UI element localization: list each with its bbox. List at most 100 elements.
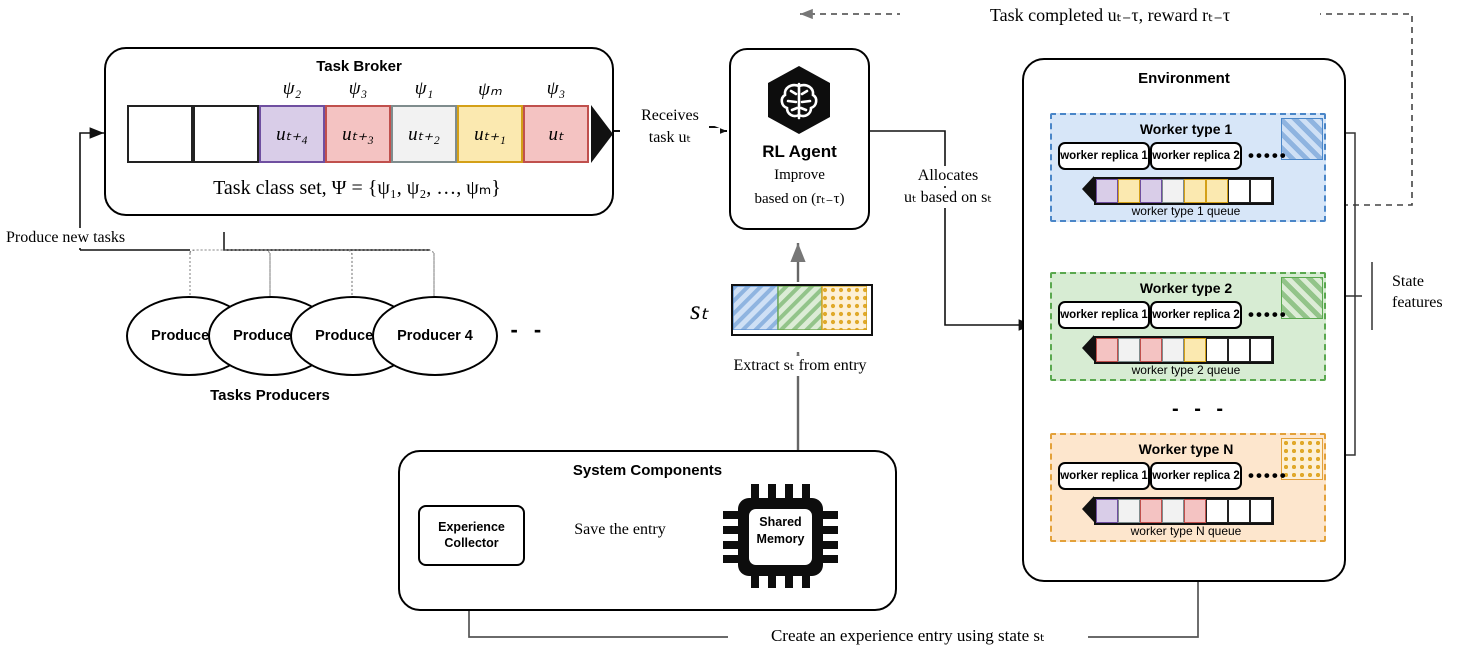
worker-queue-cell bbox=[1118, 179, 1140, 203]
worker-queue-cell bbox=[1140, 338, 1162, 362]
shared-memory-line1: Shared bbox=[759, 515, 802, 529]
task-broker-title: Task Broker bbox=[316, 58, 402, 75]
experience-collector-line2: Collector bbox=[444, 535, 499, 550]
worker-queue-cell bbox=[1096, 179, 1118, 203]
worker-replica-ellipsis: ••••• bbox=[1248, 466, 1288, 485]
task-broker-cell: uₜ₊₄ bbox=[259, 105, 325, 163]
brain-hexagon-icon bbox=[764, 64, 834, 136]
task-id-label: uₜ₊₂ bbox=[408, 123, 440, 145]
worker-queue-cell bbox=[1250, 338, 1272, 362]
experience-collector-line1: Experience bbox=[438, 519, 505, 534]
worker-queue-cell bbox=[1184, 179, 1206, 203]
task-id-label: uₜ bbox=[548, 123, 564, 145]
receives-task-label-1: Receives bbox=[620, 106, 720, 126]
task-class-set-label: Task class set, Ψ = {ψ₁, ψ₂, …, ψₘ} bbox=[120, 176, 594, 201]
task-broker-cell bbox=[127, 105, 193, 163]
worker-queue-cell bbox=[1250, 179, 1272, 203]
worker-queue-cell bbox=[1162, 338, 1184, 362]
worker-replica-label: worker replica 2 bbox=[1152, 308, 1240, 321]
worker-queue-cell bbox=[1228, 179, 1250, 203]
worker-queue-label: worker type 1 queue bbox=[1131, 204, 1241, 218]
worker-replica-box[interactable]: worker replica 2 bbox=[1150, 142, 1242, 170]
worker-queue-label: worker type 2 queue bbox=[1131, 363, 1241, 377]
worker-queue-head-arrow bbox=[1082, 176, 1094, 202]
save-entry-label: Save the entry bbox=[545, 520, 695, 540]
rl-agent-subtitle-2: based on (rₜ₋τ) bbox=[754, 191, 845, 207]
task-broker-queue: uₜ₊₄ uₜ₊₃ uₜ₊₂ uₜ₊₁ uₜ bbox=[127, 105, 589, 163]
worker-queue-cell bbox=[1184, 499, 1206, 523]
state-features-label-2: features bbox=[1392, 293, 1443, 313]
state-feature-vector bbox=[731, 284, 873, 336]
environment-title: Environment bbox=[1138, 70, 1230, 87]
worker-queue bbox=[1094, 497, 1274, 525]
rl-agent-subtitle-1: Improve bbox=[774, 167, 825, 183]
worker-replica-box[interactable]: worker replica 1 bbox=[1058, 462, 1150, 490]
allocates-label-2: uₜ based on sₜ bbox=[878, 188, 1018, 208]
task-broker-cell: uₜ bbox=[523, 105, 589, 163]
task-class-label: ψ₃ bbox=[348, 78, 368, 99]
task-broker-head-arrow bbox=[591, 105, 613, 163]
environment-ellipsis: - - - bbox=[1172, 398, 1229, 420]
task-class-label: ψₘ bbox=[478, 79, 502, 100]
worker-replica-box[interactable]: worker replica 2 bbox=[1150, 301, 1242, 329]
worker-queue-cell bbox=[1206, 179, 1228, 203]
task-completed-label: Task completed uₜ₋τ, reward rₜ₋τ bbox=[900, 4, 1320, 27]
worker-replica-ellipsis: ••••• bbox=[1248, 305, 1288, 324]
worker-replica-box[interactable]: worker replica 1 bbox=[1058, 142, 1150, 170]
produce-new-tasks-label: Produce new tasks bbox=[6, 228, 126, 248]
create-experience-label: Create an experience entry using state s… bbox=[728, 625, 1088, 647]
worker-queue-cell bbox=[1228, 499, 1250, 523]
worker-replica-ellipsis: ••••• bbox=[1248, 146, 1288, 165]
task-class-label: ψ₁ bbox=[414, 78, 434, 99]
worker-queue-cell bbox=[1206, 338, 1228, 362]
worker-queue-head-arrow bbox=[1082, 496, 1094, 522]
producer-node[interactable]: Producer 4 bbox=[372, 296, 498, 376]
worker-queue-cell bbox=[1162, 179, 1184, 203]
worker-queue bbox=[1094, 336, 1274, 364]
task-broker-cell bbox=[193, 105, 259, 163]
worker-replica-label: worker replica 2 bbox=[1152, 469, 1240, 482]
tasks-producers-label: Tasks Producers bbox=[210, 387, 330, 404]
rl-agent-panel[interactable]: RL Agent Improve based on (rₜ₋τ) bbox=[729, 48, 870, 230]
shared-memory-line2: Memory bbox=[756, 532, 805, 546]
worker-queue-cell bbox=[1140, 179, 1162, 203]
worker-replica-label: worker replica 1 bbox=[1060, 308, 1148, 321]
worker-queue-head-arrow bbox=[1082, 335, 1094, 361]
worker-queue-cell bbox=[1118, 338, 1140, 362]
worker-queue-cell bbox=[1250, 499, 1272, 523]
experience-collector-box[interactable]: Experience Collector bbox=[418, 505, 525, 566]
worker-queue-cell bbox=[1162, 499, 1184, 523]
task-id-label: uₜ₊₁ bbox=[474, 123, 506, 145]
worker-queue-cell bbox=[1140, 499, 1162, 523]
task-id-label: uₜ₊₄ bbox=[276, 123, 308, 145]
task-id-label: uₜ₊₃ bbox=[342, 123, 374, 145]
worker-queue bbox=[1094, 177, 1274, 205]
producer-label: Producer 4 bbox=[397, 328, 473, 344]
worker-queue-cell bbox=[1096, 499, 1118, 523]
rl-agent-title: RL Agent bbox=[762, 142, 837, 161]
worker-queue-label: worker type N queue bbox=[1130, 524, 1242, 538]
allocates-label-1: Allocates bbox=[878, 166, 1018, 186]
worker-queue-cell bbox=[1228, 338, 1250, 362]
diagram-canvas: Task Broker ψ₂ ψ₃ ψ₁ ψₘ ψ₃ uₜ₊₄ uₜ₊₃ uₜ₊₂ uₜ₊₁ u… bbox=[0, 0, 1479, 661]
extract-state-label: Extract sₜ from entry bbox=[690, 356, 910, 376]
system-components-title: System Components bbox=[572, 462, 723, 479]
worker-replica-label: worker replica 2 bbox=[1152, 149, 1240, 162]
worker-queue-cell bbox=[1184, 338, 1206, 362]
state-features-label-1: State bbox=[1392, 272, 1424, 292]
worker-replica-label: worker replica 1 bbox=[1060, 469, 1148, 482]
cpu-chip-icon: Shared Memory bbox=[723, 484, 838, 588]
worker-queue-cell bbox=[1206, 499, 1228, 523]
worker-replica-box[interactable]: worker replica 1 bbox=[1058, 301, 1150, 329]
worker-replica-box[interactable]: worker replica 2 bbox=[1150, 462, 1242, 490]
receives-task-label-2: task uₜ bbox=[620, 128, 720, 148]
worker-queue-cell bbox=[1118, 499, 1140, 523]
task-broker-cell: uₜ₊₂ bbox=[391, 105, 457, 163]
task-broker-cell: uₜ₊₃ bbox=[325, 105, 391, 163]
task-class-label: ψ₃ bbox=[546, 78, 566, 99]
state-symbol: sₜ bbox=[690, 295, 709, 325]
task-class-label: ψ₂ bbox=[282, 78, 302, 99]
task-broker-cell: uₜ₊₁ bbox=[457, 105, 523, 163]
worker-replica-label: worker replica 1 bbox=[1060, 149, 1148, 162]
worker-queue-cell bbox=[1096, 338, 1118, 362]
